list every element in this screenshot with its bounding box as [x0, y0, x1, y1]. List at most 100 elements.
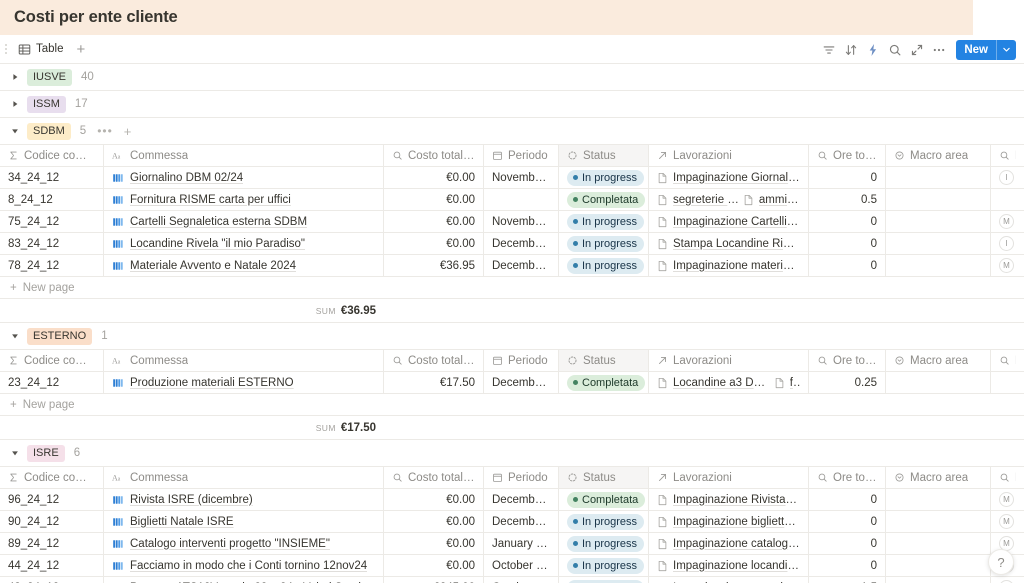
- column-header-ore[interactable]: Ore totali: [809, 350, 886, 371]
- cell-costo[interactable]: €0.00: [384, 533, 484, 554]
- cell-ore[interactable]: 0: [809, 511, 886, 532]
- cell-codice[interactable]: 96_24_12: [0, 489, 104, 510]
- cell-commessa[interactable]: Rivista ISRE (dicembre): [104, 489, 384, 510]
- cell-lavorazioni[interactable]: Impaginazione materiale vario: [649, 577, 809, 583]
- table-row[interactable]: 23_24_12 Produzione materiali ESTERNO €17.…: [0, 372, 1024, 394]
- cell-ore[interactable]: 0: [809, 167, 886, 188]
- cell-codice[interactable]: 89_24_12: [0, 533, 104, 554]
- cell-p[interactable]: [991, 372, 1024, 393]
- cell-costo[interactable]: €0.00: [384, 555, 484, 576]
- cell-macro[interactable]: [886, 167, 991, 188]
- cell-commessa[interactable]: Cartelli Segnaletica esterna SDBM: [104, 211, 384, 232]
- column-header-macro[interactable]: Macro area: [886, 350, 991, 371]
- cell-costo[interactable]: €0.00: [384, 233, 484, 254]
- cell-macro[interactable]: [886, 233, 991, 254]
- column-header-lavorazioni[interactable]: Lavorazioni: [649, 467, 809, 488]
- cell-lavorazioni[interactable]: Impaginazione biglietto Natal...: [649, 511, 809, 532]
- cell-costo[interactable]: €0.00: [384, 211, 484, 232]
- column-header-commessa[interactable]: Aa Commessa: [104, 145, 384, 166]
- cell-commessa[interactable]: Produzione materiali ESTERNO: [104, 372, 384, 393]
- cell-periodo[interactable]: December 31, 20: [484, 372, 559, 393]
- cell-lavorazioni[interactable]: Impaginazione Cartelli segnal...: [649, 211, 809, 232]
- cell-macro[interactable]: [886, 211, 991, 232]
- column-header-costo[interactable]: Costo totale la...: [384, 145, 484, 166]
- column-header-periodo[interactable]: Periodo: [484, 350, 559, 371]
- cell-p[interactable]: MM: [991, 577, 1024, 583]
- lavorazione-item[interactable]: Impaginazione Rivista ISRE - n...: [657, 494, 800, 506]
- group-header-iusve[interactable]: IUSVE 40: [0, 64, 1024, 91]
- commessa-value[interactable]: Catalogo interventi progetto "INSIEME": [130, 538, 330, 550]
- chevron-right-icon[interactable]: [11, 73, 20, 81]
- cell-ore[interactable]: 0: [809, 233, 886, 254]
- cell-status[interactable]: Completata: [559, 489, 649, 510]
- cell-commessa[interactable]: Catalogo interventi progetto "INSIEME": [104, 533, 384, 554]
- cell-costo[interactable]: €0.00: [384, 489, 484, 510]
- lavorazione-item[interactable]: Impaginazione catalogo prog...: [657, 538, 800, 550]
- cell-periodo[interactable]: December 22, 20: [484, 255, 559, 276]
- cell-p[interactable]: II: [991, 167, 1024, 188]
- cell-periodo[interactable]: [484, 189, 559, 210]
- cell-status[interactable]: In progress: [559, 511, 649, 532]
- column-header-periodo[interactable]: Periodo: [484, 145, 559, 166]
- cell-p[interactable]: MM: [991, 211, 1024, 232]
- cell-ore[interactable]: 1.5: [809, 577, 886, 583]
- column-header-status[interactable]: Status: [559, 350, 649, 371]
- cell-macro[interactable]: [886, 255, 991, 276]
- column-header-ore[interactable]: Ore totali: [809, 145, 886, 166]
- drag-handle-icon[interactable]: [3, 42, 11, 56]
- cell-lavorazioni[interactable]: Stampa Locandine Rivela "Il m...: [649, 233, 809, 254]
- group-header-isre[interactable]: ISRE 6: [0, 440, 1024, 467]
- more-icon[interactable]: [928, 39, 950, 61]
- cell-periodo[interactable]: November 29, 20: [484, 211, 559, 232]
- table-row[interactable]: 83_24_12 Locandine Rivela "il mio Paradis…: [0, 233, 1024, 255]
- chevron-right-icon[interactable]: [11, 100, 20, 108]
- new-page-button[interactable]: + New page: [0, 277, 1024, 299]
- cell-ore[interactable]: 0: [809, 255, 886, 276]
- cell-periodo[interactable]: December 17, 20: [484, 511, 559, 532]
- cell-commessa[interactable]: Progetto ATS12Venezia 28ott24 - Valori S…: [104, 577, 384, 583]
- column-header-lavorazioni[interactable]: Lavorazioni: [649, 145, 809, 166]
- cell-costo[interactable]: €17.50: [384, 372, 484, 393]
- cell-lavorazioni[interactable]: Impaginazione catalogo prog...: [649, 533, 809, 554]
- cell-p[interactable]: MM: [991, 255, 1024, 276]
- help-button[interactable]: ?: [988, 549, 1014, 575]
- cell-status[interactable]: In progress: [559, 167, 649, 188]
- cell-codice[interactable]: 75_24_12: [0, 211, 104, 232]
- cell-codice[interactable]: 83_24_12: [0, 233, 104, 254]
- column-header-p[interactable]: P: [991, 350, 1024, 371]
- cell-lavorazioni[interactable]: Locandine a3 Della Lucia flye: [649, 372, 809, 393]
- group-header-issm[interactable]: ISSM 17: [0, 91, 1024, 118]
- column-header-status[interactable]: Status: [559, 145, 649, 166]
- cell-commessa[interactable]: Locandine Rivela "il mio Paradiso": [104, 233, 384, 254]
- column-header-macro[interactable]: Macro area: [886, 145, 991, 166]
- expand-icon[interactable]: [906, 39, 928, 61]
- cell-status[interactable]: In progress: [559, 255, 649, 276]
- new-page-button[interactable]: + New page: [0, 394, 1024, 416]
- chevron-down-icon[interactable]: [11, 449, 20, 457]
- column-header-commessa[interactable]: Aa Commessa: [104, 350, 384, 371]
- column-header-costo[interactable]: Costo totale la...: [384, 350, 484, 371]
- cell-codice[interactable]: 43_24_12: [0, 577, 104, 583]
- cell-p[interactable]: [991, 189, 1024, 210]
- cell-p[interactable]: II: [991, 233, 1024, 254]
- cell-macro[interactable]: [886, 511, 991, 532]
- cell-ore[interactable]: 0: [809, 533, 886, 554]
- cell-commessa[interactable]: Giornalino DBM 02/24: [104, 167, 384, 188]
- cell-costo[interactable]: €36.95: [384, 255, 484, 276]
- column-header-codice[interactable]: Codice commessa: [0, 350, 104, 371]
- lavorazione-item[interactable]: Locandine a3 Della Lucia: [657, 377, 770, 389]
- cell-periodo[interactable]: December 13, 20: [484, 489, 559, 510]
- cell-periodo[interactable]: October 22, 2024: [484, 555, 559, 576]
- table-row[interactable]: 96_24_12 Rivista ISRE (dicembre) €0.00 Dece…: [0, 489, 1024, 511]
- cell-periodo[interactable]: December 18, 20: [484, 233, 559, 254]
- cell-status[interactable]: In progress: [559, 533, 649, 554]
- cell-periodo[interactable]: January 15, 2025: [484, 533, 559, 554]
- cell-costo[interactable]: €0.00: [384, 189, 484, 210]
- cell-p[interactable]: MM: [991, 511, 1024, 532]
- cell-costo[interactable]: €0.00: [384, 167, 484, 188]
- column-header-p[interactable]: P: [991, 145, 1024, 166]
- new-button[interactable]: New: [956, 39, 1016, 60]
- table-row[interactable]: 89_24_12 Catalogo interventi progetto "IN…: [0, 533, 1024, 555]
- cell-ore[interactable]: 0.25: [809, 372, 886, 393]
- search-icon[interactable]: [884, 39, 906, 61]
